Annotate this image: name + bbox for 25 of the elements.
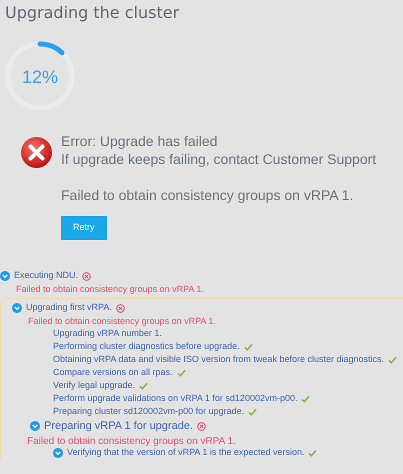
retry-button[interactable]: Retry <box>61 216 107 240</box>
collapse-toggle[interactable] <box>0 271 10 282</box>
error-detail: Failed to obtain consistency groups on vRPA 1. <box>61 186 354 204</box>
error-icon <box>20 136 53 170</box>
error-message: Failed to obtain consistency groups on vRPA 1. <box>16 284 204 294</box>
task-label: Compare versions on all rpas. <box>53 366 173 380</box>
task-label: Executing NDU. <box>14 269 78 282</box>
error-hint: If upgrade keeps failing, contact Customer Support <box>61 150 376 168</box>
task-label: Verify legal upgrade. <box>53 379 136 392</box>
error-message: Failed to obtain consistency groups on vRPA 1. <box>27 436 236 447</box>
collapse-toggle[interactable] <box>30 421 40 432</box>
collapse-toggle[interactable] <box>53 448 63 458</box>
progress-percent: 12% <box>20 66 60 90</box>
page-title: Upgrading the cluster <box>4 2 180 22</box>
task-label: Perform upgrade validations on vRPA 1 for sd120002vm-p00. <box>53 392 298 406</box>
task-label: Preparing vRPA 1 for upgrade. <box>44 418 193 434</box>
collapse-toggle[interactable] <box>12 303 22 314</box>
task-label: Preparing cluster sd120002vm-p00 for upgrade. <box>53 405 244 418</box>
error-heading: Error: Upgrade has failed <box>61 132 218 150</box>
error-message: Failed to obtain consistency groups on vRPA 1. <box>28 316 216 326</box>
task-label: Verifying that the version of vRPA 1 is the expected version. <box>67 446 304 460</box>
task-label: Performing cluster diagnostics before upgrade. <box>53 340 240 354</box>
task-label: Upgrading first vRPA. <box>26 301 112 314</box>
task-label: Obtaining vRPA data and visible ISO version from tweak before cluster diagnostics. <box>53 353 384 366</box>
task-label: Upgrading vRPA number 1. <box>53 327 162 340</box>
